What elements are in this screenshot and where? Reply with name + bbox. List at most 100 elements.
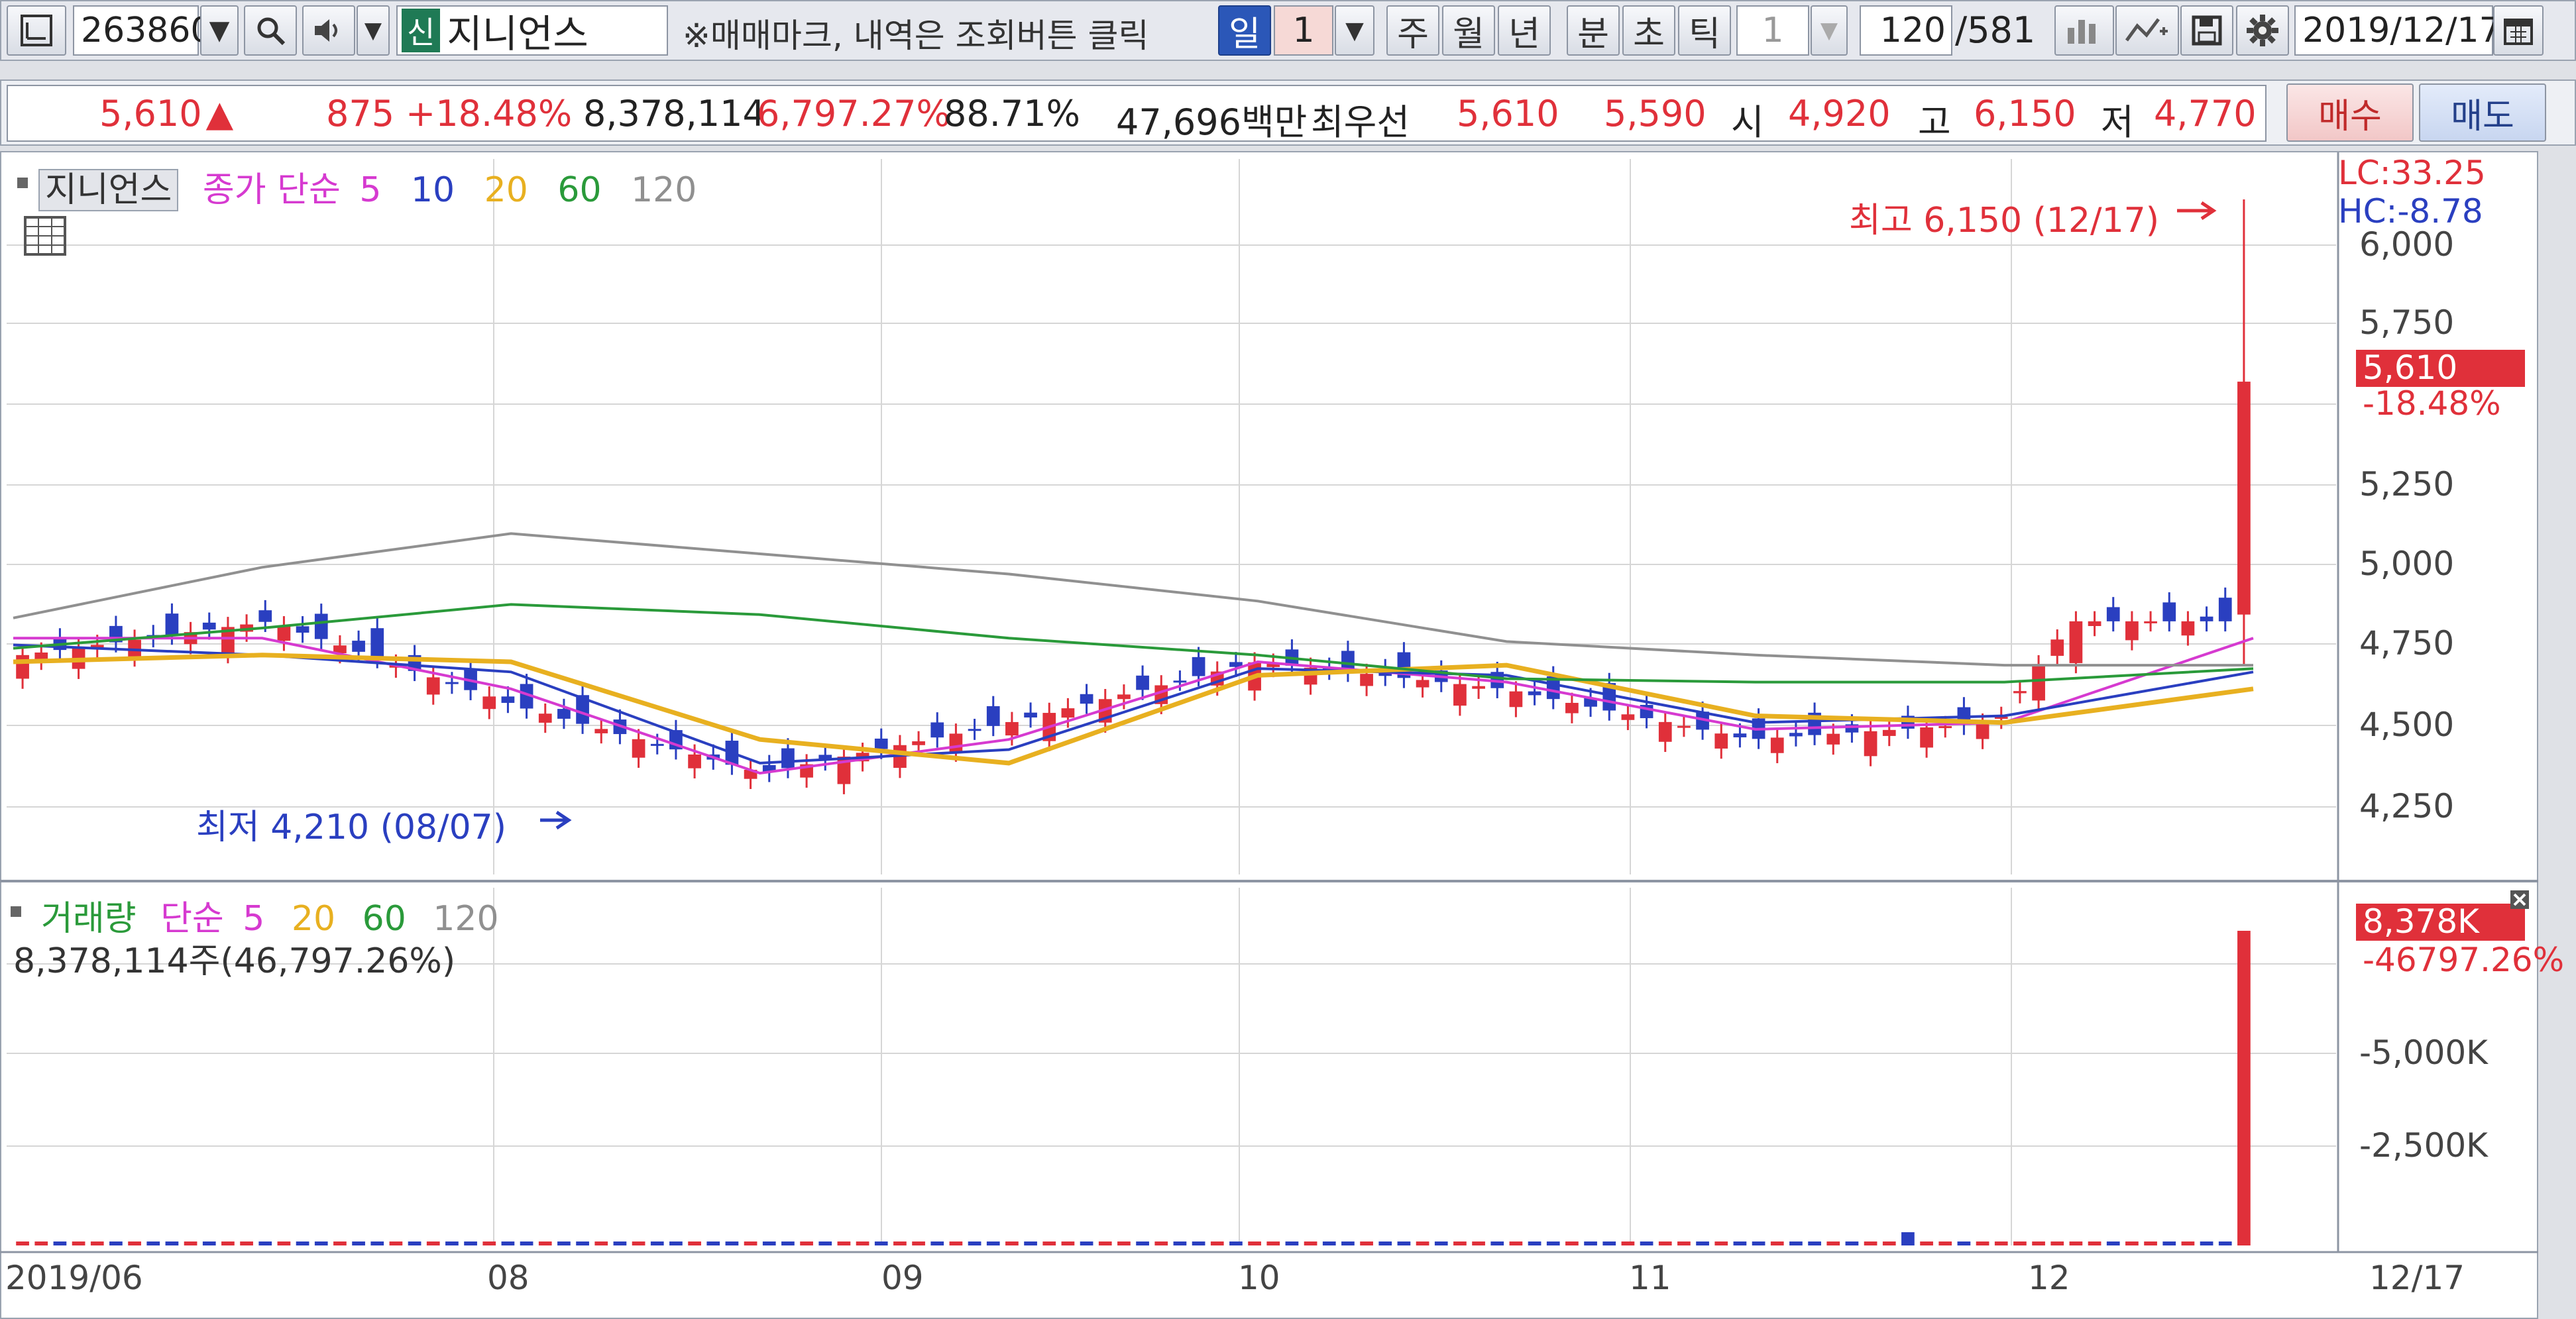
calendar-button[interactable] <box>2493 5 2544 56</box>
volume-bar <box>501 1241 515 1245</box>
volume-bar <box>538 1241 552 1245</box>
candle-body <box>650 743 664 746</box>
volume-bar <box>1024 1241 1037 1245</box>
candle-body <box>2200 616 2213 621</box>
volume-bar <box>669 1241 683 1245</box>
high-price: 6,150 <box>1974 93 2076 134</box>
high-annotation: 최고 6,150 (12/17) <box>1849 201 2160 240</box>
price-chart[interactable] <box>0 151 2538 1319</box>
candle-body <box>501 696 515 703</box>
open-label: 시 <box>1731 101 1764 143</box>
current-price-tag-label: 5,610 <box>2363 348 2458 387</box>
volume-bar <box>744 1241 757 1245</box>
candle-body <box>258 610 272 622</box>
x-tick-2019-06: 2019/06 <box>5 1259 143 1297</box>
period-daily-button[interactable]: 일 <box>1218 5 1271 56</box>
volume-bar <box>1677 1241 1691 1245</box>
volume-bar <box>2106 1241 2120 1245</box>
period-monthly-label: 월 <box>1453 14 1484 54</box>
candle-body <box>2144 621 2157 623</box>
sound-dropdown[interactable]: ▼ <box>357 5 390 56</box>
tick-value-input[interactable]: 1 <box>1736 5 1809 56</box>
period-count-input[interactable]: 1 <box>1274 5 1333 56</box>
candle-body <box>557 709 571 719</box>
volume-bar <box>408 1241 421 1245</box>
chevron-down-icon: ▼ <box>364 17 382 44</box>
stock-name-field[interactable]: 신 지니언스 <box>396 5 668 56</box>
tick-value-dropdown[interactable]: ▼ <box>1811 5 1848 56</box>
period-minute-label: 분 <box>1577 14 1609 54</box>
volume-bar <box>1397 1241 1411 1245</box>
candle-body <box>445 682 459 684</box>
settings-button[interactable] <box>2236 5 2289 56</box>
volume-bar <box>221 1241 235 1245</box>
candle-body <box>1005 721 1019 736</box>
volume-bar <box>1658 1241 1672 1245</box>
volume-bar <box>1565 1241 1579 1245</box>
candle-body <box>277 626 291 641</box>
buy-button[interactable]: 매수 <box>2286 83 2414 142</box>
volume-pane-menu-icon[interactable] <box>11 906 21 917</box>
date-input[interactable]: 2019/12/17 <box>2294 5 2501 56</box>
candle-body <box>1864 731 1877 757</box>
trade-mark-toggle-button[interactable] <box>2054 5 2114 56</box>
period-minute-button[interactable]: 분 <box>1567 5 1620 56</box>
search-button[interactable] <box>244 5 297 56</box>
x-tick-10: 10 <box>1238 1259 1280 1297</box>
view-count-input[interactable]: 120 <box>1860 5 1952 56</box>
period-yearly-button[interactable]: 년 <box>1498 5 1551 56</box>
best-quote-label: 최우선 <box>1311 101 1410 143</box>
chevron-down-icon: ▼ <box>1345 17 1364 44</box>
candle-body <box>968 729 981 731</box>
volume-bar <box>1808 1241 1821 1245</box>
candle-body <box>2088 621 2101 626</box>
sell-button[interactable]: 매도 <box>2419 83 2546 142</box>
turnover: 88.71% <box>944 93 1080 134</box>
volume-bar <box>613 1241 627 1245</box>
trend-line-button[interactable] <box>2115 5 2179 56</box>
volume-bar <box>2088 1241 2101 1245</box>
volume-bar <box>688 1241 701 1245</box>
volume-bar <box>2125 1241 2139 1245</box>
volume-bar <box>706 1241 720 1245</box>
candle-body <box>594 729 608 733</box>
period-tick-label: 틱 <box>1689 14 1720 54</box>
trade-mark-notice: ※매매마크, 내역은 조회버튼 클릭 <box>683 17 1149 55</box>
candle-body <box>1920 727 1933 748</box>
period-weekly-button[interactable]: 주 <box>1386 5 1439 56</box>
period-monthly-button[interactable]: 월 <box>1442 5 1495 56</box>
stock-code-input[interactable]: 263860 <box>73 5 213 56</box>
period-tick-button[interactable]: 틱 <box>1678 5 1731 56</box>
candle-body <box>1173 680 1187 683</box>
volume-bar <box>1938 1241 1952 1245</box>
candle-body <box>912 741 925 745</box>
grid-view-icon[interactable] <box>24 216 66 256</box>
volume-bar <box>1528 1241 1541 1245</box>
volume-bar <box>949 1241 963 1245</box>
save-button[interactable] <box>2180 5 2233 56</box>
chevron-down-icon: ▼ <box>1820 17 1838 44</box>
price-pane-legend: 지니언스 종가 단순 5 10 20 60 120 <box>38 162 697 211</box>
chart-settings-button[interactable] <box>7 5 66 56</box>
volume-bar <box>184 1241 197 1245</box>
sound-button[interactable] <box>302 5 355 56</box>
period-second-button[interactable]: 초 <box>1622 5 1675 56</box>
price-grid <box>7 159 2336 1245</box>
chart-settings-icon <box>21 15 52 46</box>
candle-body <box>482 696 496 710</box>
volume-bar <box>258 1241 272 1245</box>
candle-body <box>2218 598 2232 621</box>
candle-body <box>1565 702 1579 713</box>
volume-bar <box>1266 1241 1280 1245</box>
period-yearly-label: 년 <box>1508 14 1540 54</box>
up-arrow-icon: ▲ <box>205 93 234 134</box>
sell-label: 매도 <box>2451 96 2514 136</box>
candle-body <box>296 626 309 633</box>
price-pane-menu-icon[interactable] <box>17 178 28 188</box>
volume-bar <box>1173 1241 1187 1245</box>
stock-code-dropdown[interactable]: ▼ <box>200 5 239 56</box>
candle-body <box>1528 691 1541 696</box>
low-arrow-icon <box>540 810 572 830</box>
candle-body <box>1024 712 1037 718</box>
period-count-dropdown[interactable]: ▼ <box>1335 5 1374 56</box>
